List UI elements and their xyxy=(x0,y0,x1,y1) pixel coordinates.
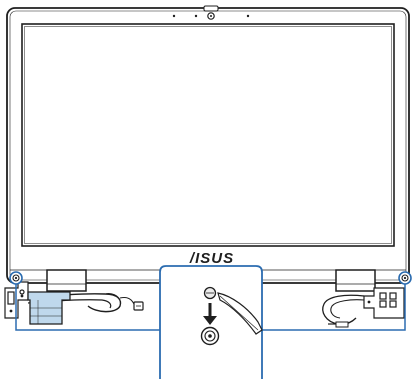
sensor-dot xyxy=(194,14,198,18)
brand-logo: /ISUS xyxy=(189,250,234,267)
microphone-right-dot xyxy=(246,14,250,18)
screen-area xyxy=(21,23,395,247)
camera-notch xyxy=(203,5,219,12)
callout-zoom-box xyxy=(159,265,263,379)
display-cable-left xyxy=(27,291,144,325)
lcd-assembly-diagram: /ISUS xyxy=(4,5,412,379)
screw-hole xyxy=(200,326,220,346)
hinge-cover-left xyxy=(46,269,87,292)
antenna-connector xyxy=(335,321,349,328)
hinge-cover-right xyxy=(335,269,376,292)
microphone-left-dot xyxy=(172,14,176,18)
antenna-cable-right xyxy=(322,294,365,328)
screw-marker-left xyxy=(9,271,23,285)
display-panel xyxy=(6,7,410,284)
screw-marker-right xyxy=(398,271,412,285)
camera-lens-dot xyxy=(210,15,212,17)
hinge-bracket-right xyxy=(363,287,405,319)
